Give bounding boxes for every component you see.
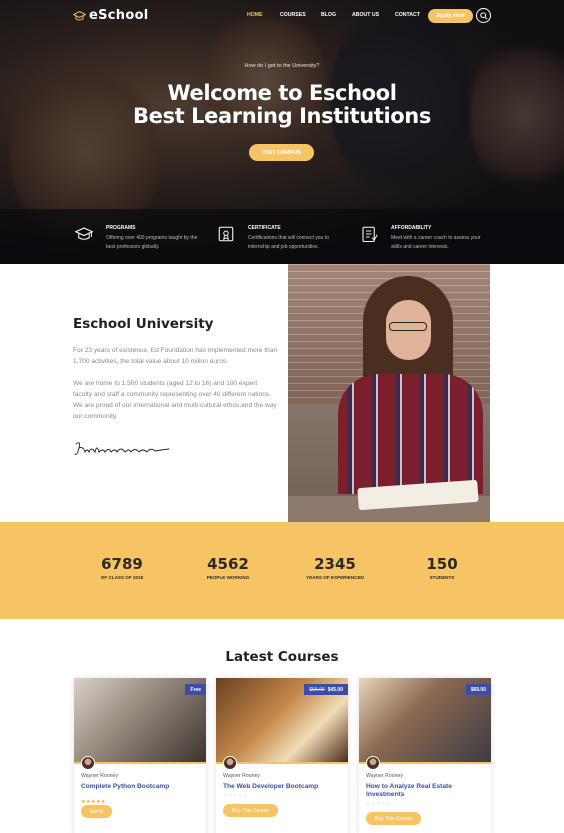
about-paragraph: For 23 years of existence, Ed Foundation… xyxy=(73,347,278,365)
nav-item-home[interactable]: HOME xyxy=(247,12,263,18)
visit-campus-button[interactable]: VISIT CAMPUS xyxy=(249,144,314,161)
feature-title: CERTIFICATE xyxy=(248,225,281,231)
logo[interactable]: eSchool xyxy=(73,8,149,23)
stat-label: PEOPLE WORKING xyxy=(206,575,250,580)
avatar xyxy=(366,756,380,770)
feature-text: Meet with a career coach to assess your … xyxy=(391,235,481,250)
courses-title: Latest Courses xyxy=(225,649,339,665)
apply-now-button[interactable]: Apply Now xyxy=(428,9,473,23)
stat-label: YEARS OF EXPERIENCEN xyxy=(306,575,364,580)
price: $69.00 xyxy=(470,686,486,693)
rating-stars: ☆☆☆☆☆ xyxy=(366,801,391,807)
features-bar: PROGRAMS Offering over 400 programs taug… xyxy=(0,209,564,264)
stat-value: 2345 xyxy=(314,555,356,573)
course-author: Wayner Rooney xyxy=(366,773,404,779)
brand-name: eSchool xyxy=(89,8,149,23)
course-author: Wayner Rooney xyxy=(223,773,261,779)
stats-section: 6789 OF CLASS OF 2018 4562 PEOPLE WORKIN… xyxy=(0,522,564,619)
avatar xyxy=(223,756,237,770)
stat-label: STUDENTS xyxy=(429,575,455,580)
stat-label: OF CLASS OF 2018 xyxy=(100,575,144,580)
student-glasses xyxy=(389,322,427,331)
stat-item: 2345 YEARS OF EXPERIENCEN xyxy=(285,555,385,580)
price-badge: $55.00 $45.00 xyxy=(304,684,348,695)
graduation-cap-icon xyxy=(75,227,93,240)
buy-course-button[interactable]: Buy This Course xyxy=(223,804,278,817)
feature-text: Offering over 400 programs taught by the… xyxy=(106,235,198,250)
nav-item-blog[interactable]: BLOG xyxy=(321,12,336,18)
enroll-button[interactable]: Enroll xyxy=(81,805,112,818)
student-shirt xyxy=(338,374,483,494)
buy-course-button[interactable]: Buy This Course xyxy=(366,812,421,825)
course-author: Wayner Rooney xyxy=(81,773,119,779)
hero-title-line-2: Best Learning Institutions xyxy=(133,104,431,128)
hero-title-line-1: Welcome to Eschool xyxy=(167,81,397,105)
avatar xyxy=(81,756,95,770)
course-card[interactable]: $55.00 $45.00 Wayner Rooney The Web Deve… xyxy=(216,678,348,833)
search-button[interactable] xyxy=(476,8,491,23)
price-badge: Free xyxy=(185,684,206,695)
stat-item: 150 STUDENTS xyxy=(392,555,492,580)
course-card[interactable]: $69.00 Wayner Rooney How to Analyze Real… xyxy=(359,678,491,833)
about-title: Eschool University xyxy=(73,316,214,332)
nav-item-about-us[interactable]: ABOUT US xyxy=(352,12,379,18)
stat-value: 150 xyxy=(426,555,458,573)
about-paragraph: We are home to 1,500 students (aged 12 t… xyxy=(73,380,277,420)
about-student-photo xyxy=(288,264,490,522)
old-price: $55.00 xyxy=(309,686,325,693)
certificate-icon xyxy=(218,226,234,242)
hero-title: Welcome to Eschool Best Learning Institu… xyxy=(0,82,564,128)
course-title[interactable]: How to Analyze Real Estate Investments xyxy=(366,783,484,799)
feature-title: PROGRAMS xyxy=(106,225,136,231)
rating-stars: ☆☆☆☆☆ xyxy=(223,793,248,799)
stat-value: 6789 xyxy=(101,555,143,573)
price: $45.00 xyxy=(327,686,343,693)
hero-section: eSchool HOME COURSES BLOG ABOUT US CONTA… xyxy=(0,0,564,264)
signature-image xyxy=(74,442,170,455)
hero-subtitle: How do I get to the University? xyxy=(244,63,320,69)
course-title[interactable]: The Web Developer Bootcamp xyxy=(223,783,341,791)
course-title[interactable]: Complete Python Bootcamp xyxy=(81,783,199,791)
price: Free xyxy=(190,686,201,693)
nav-item-courses[interactable]: COURSES xyxy=(280,12,306,18)
search-icon xyxy=(479,11,488,20)
nav-item-contact[interactable]: CONTACT xyxy=(395,12,420,18)
feature-title: AFFORDABILITY xyxy=(391,225,432,231)
stat-item: 4562 PEOPLE WORKING xyxy=(178,555,278,580)
stat-item: 6789 OF CLASS OF 2018 xyxy=(72,555,172,580)
stat-value: 4562 xyxy=(207,555,249,573)
graduation-cap-icon xyxy=(73,10,86,20)
price-badge: $69.00 xyxy=(465,684,491,695)
course-card[interactable]: Free Wayner Rooney Complete Python Bootc… xyxy=(74,678,206,833)
top-navigation: eSchool HOME COURSES BLOG ABOUT US CONTA… xyxy=(0,0,564,32)
checklist-icon xyxy=(362,226,378,243)
feature-text: Certifications that will connect you to … xyxy=(248,235,329,250)
